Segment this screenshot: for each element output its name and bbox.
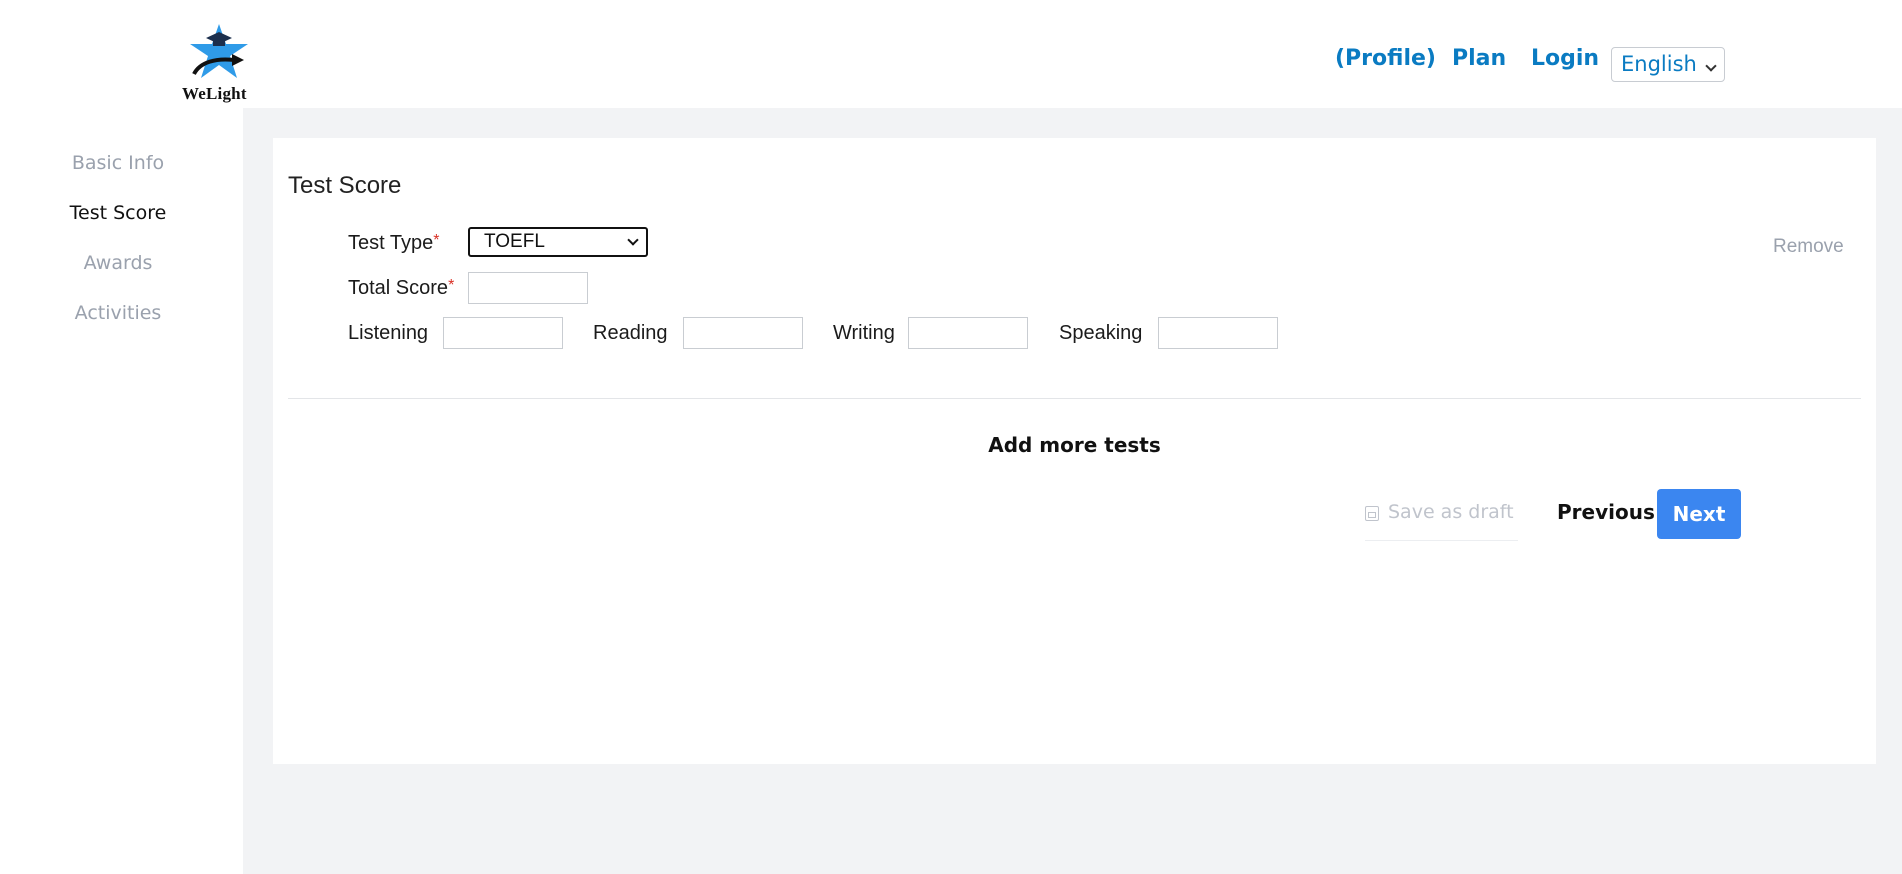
previous-button[interactable]: Previous: [1557, 500, 1655, 524]
speaking-label: Speaking: [1059, 322, 1143, 344]
writing-input[interactable]: [908, 317, 1028, 349]
sidebar-item-awards[interactable]: Awards: [0, 252, 236, 274]
language-select[interactable]: English: [1611, 47, 1725, 82]
speaking-input[interactable]: [1158, 317, 1278, 349]
total-score-input[interactable]: [468, 272, 588, 304]
sidebar-item-test-score[interactable]: Test Score: [0, 202, 236, 224]
test-type-select-value: TOEFL: [484, 231, 545, 252]
reading-label: Reading: [593, 322, 668, 344]
brand-logo[interactable]: WeLight: [180, 22, 258, 108]
total-score-label: Total Score*: [348, 277, 454, 300]
page-title: Test Score: [288, 172, 402, 199]
star-logo-icon: [190, 24, 248, 78]
sidebar-item-activities[interactable]: Activities: [0, 302, 236, 324]
listening-label: Listening: [348, 322, 429, 344]
reading-input[interactable]: [683, 317, 803, 349]
save-draft-button[interactable]: Save as draft: [1365, 501, 1518, 541]
required-mark: *: [433, 232, 440, 249]
brand-name: WeLight: [182, 84, 247, 103]
save-icon: [1365, 506, 1379, 521]
remove-test-link[interactable]: Remove: [1773, 236, 1844, 258]
login-link[interactable]: Login: [1531, 46, 1599, 71]
add-more-tests-button[interactable]: Add more tests: [273, 433, 1876, 457]
sidebar: Basic Info Test Score Awards Activities: [0, 108, 243, 874]
chevron-down-icon: [1705, 60, 1717, 72]
required-mark: *: [448, 277, 455, 294]
listening-input[interactable]: [443, 317, 563, 349]
chevron-down-icon: [627, 234, 639, 246]
header: WeLight (Profile) Plan Login English: [0, 0, 1902, 108]
next-button[interactable]: Next: [1657, 489, 1741, 539]
test-score-card: Test Score Test Type* TOEFL Total Score*…: [273, 138, 1876, 764]
save-draft-label: Save as draft: [1388, 501, 1514, 523]
profile-link[interactable]: (Profile): [1335, 46, 1436, 71]
writing-label: Writing: [833, 322, 895, 344]
plan-link[interactable]: Plan: [1452, 46, 1506, 71]
test-type-select[interactable]: TOEFL: [468, 227, 648, 257]
sidebar-item-basic-info[interactable]: Basic Info: [0, 152, 236, 174]
test-type-label-text: Test Type: [348, 232, 434, 254]
test-type-label: Test Type*: [348, 232, 439, 255]
language-select-value: English: [1621, 52, 1697, 76]
total-score-label-text: Total Score: [348, 277, 449, 299]
divider: [288, 398, 1861, 399]
